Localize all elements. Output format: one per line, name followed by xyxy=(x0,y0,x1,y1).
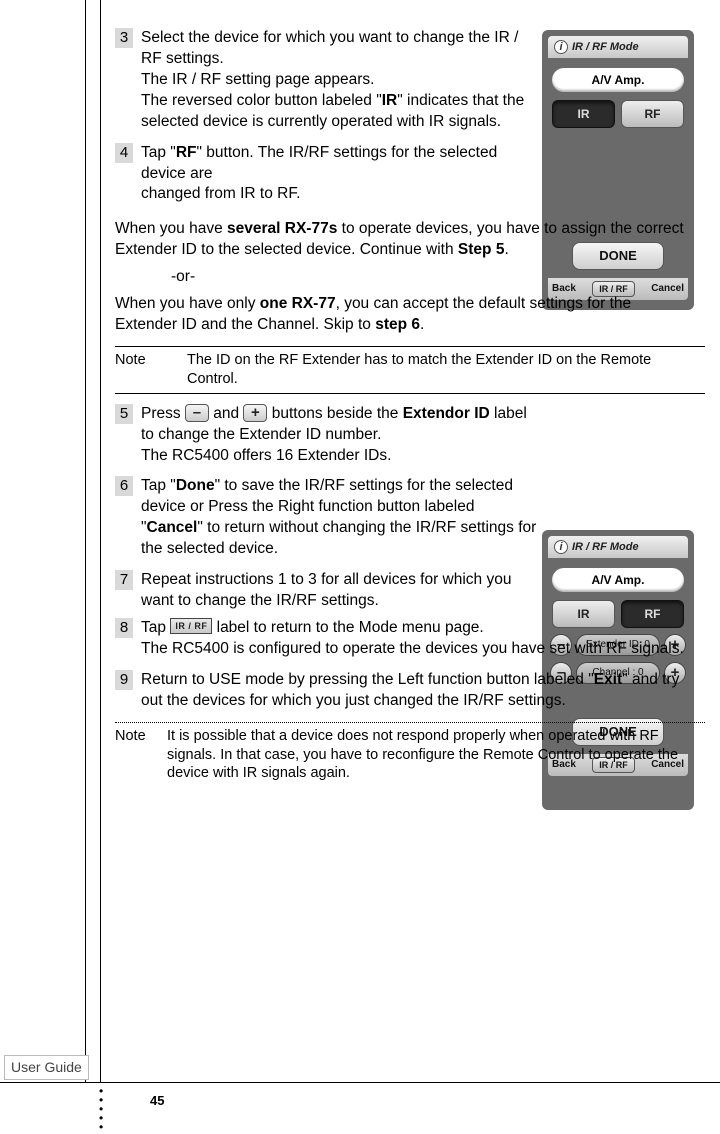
note-2: Note It is possible that a device does n… xyxy=(115,727,705,784)
ir-rf-label-icon: IR / RF xyxy=(170,618,212,634)
step-6: 6 Tap "Done" to save the IR/RF settings … xyxy=(115,476,545,560)
step-8: 8 Tap IR / RF label to return to the Mod… xyxy=(115,618,705,660)
note-1-label: Note xyxy=(115,351,187,389)
step-7-number: 7 xyxy=(115,570,133,590)
step-3-number: 3 xyxy=(115,28,133,48)
note2-rule-top xyxy=(115,722,705,723)
step-9-number: 9 xyxy=(115,670,133,690)
footer-rule xyxy=(0,1082,720,1083)
note-2-label: Note xyxy=(115,727,167,784)
note-2-body: It is possible that a device does not re… xyxy=(167,727,705,784)
user-guide-label: User Guide xyxy=(4,1055,89,1080)
note-1: Note The ID on the RF Extender has to ma… xyxy=(115,351,705,389)
step-9-body: Return to USE mode by pressing the Left … xyxy=(141,670,705,712)
step-4: 4 Tap "RF" button. The IR/RF settings fo… xyxy=(115,143,545,206)
note-1-body: The ID on the RF Extender has to match t… xyxy=(187,351,705,389)
plus-button-icon: + xyxy=(243,404,267,422)
step-8-number: 8 xyxy=(115,618,133,638)
page-number: 45 xyxy=(150,1092,164,1110)
step-6-number: 6 xyxy=(115,476,133,496)
step-6-body: Tap "Done" to save the IR/RF settings fo… xyxy=(141,476,545,560)
minus-button-icon: – xyxy=(185,404,209,422)
step-4-number: 4 xyxy=(115,143,133,163)
note1-rule-top xyxy=(115,346,705,347)
step-7: 7 Repeat instructions 1 to 3 for all dev… xyxy=(115,570,545,612)
step-5: 5 Press – and + buttons beside the Exten… xyxy=(115,404,545,467)
step-5-number: 5 xyxy=(115,404,133,424)
step-3-body: Select the device for which you want to … xyxy=(141,28,545,133)
note1-rule-bottom xyxy=(115,393,705,394)
step-8-body: Tap IR / RF label to return to the Mode … xyxy=(141,618,705,660)
step-7-body: Repeat instructions 1 to 3 for all devic… xyxy=(141,570,545,612)
step-5-body: Press – and + buttons beside the Extendo… xyxy=(141,404,545,467)
mid-paragraph-2: When you have only one RX-77, you can ac… xyxy=(115,294,705,336)
mid-paragraph-1: When you have several RX-77s to operate … xyxy=(115,219,705,261)
step-4-body: Tap "RF" button. The IR/RF settings for … xyxy=(141,143,545,206)
dotted-leader: ••••• xyxy=(99,1086,103,1131)
step-9: 9 Return to USE mode by pressing the Lef… xyxy=(115,670,705,712)
or-separator: -or- xyxy=(171,267,705,288)
step-3: 3 Select the device for which you want t… xyxy=(115,28,545,133)
